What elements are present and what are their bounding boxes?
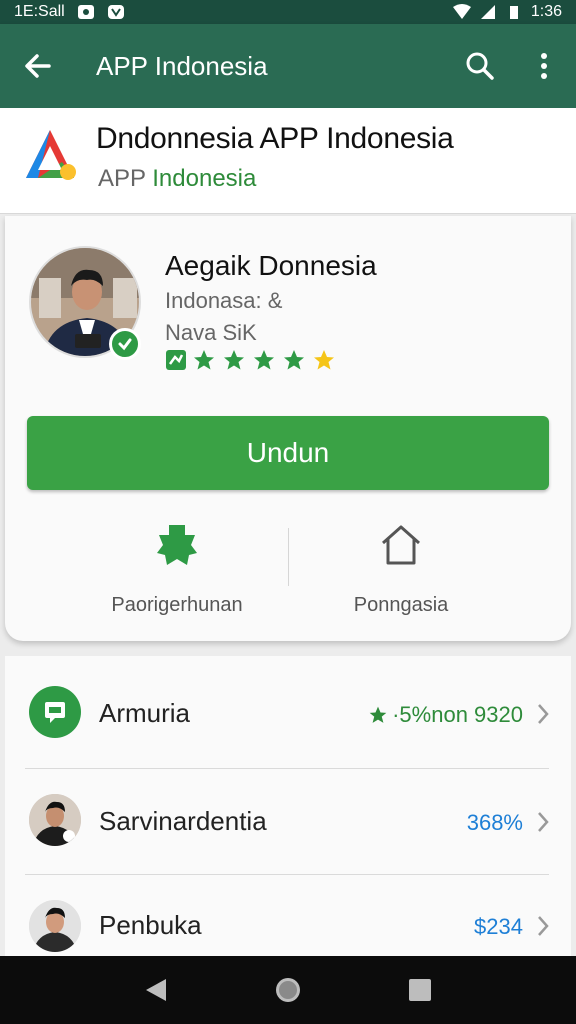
app-notification-icon	[107, 5, 124, 19]
app-logo-icon	[26, 130, 76, 180]
more-options-button[interactable]	[512, 24, 576, 108]
avatar	[29, 900, 81, 952]
status-left-text: 1E:Sall	[14, 3, 65, 20]
chevron-right-icon	[538, 812, 549, 832]
star-gold-icon	[314, 350, 334, 370]
nav-back-button[interactable]	[136, 970, 176, 1010]
nav-home-button[interactable]	[268, 970, 308, 1010]
nav-recents-icon	[409, 979, 431, 1001]
arrow-back-icon	[25, 54, 51, 78]
action-divider	[288, 528, 289, 586]
more-vert-icon	[541, 53, 547, 79]
developer-detail-2: Nava SiK	[165, 320, 257, 345]
badge-icon	[166, 350, 186, 370]
status-time: 1:36	[530, 3, 562, 20]
app-header: Dndonnesia APP Indonesia APP Indonesia	[0, 108, 576, 214]
action-label-0: Paorigerhunan	[111, 594, 243, 616]
signal-icon	[480, 5, 495, 19]
app-subtitle-prefix: APP	[98, 165, 146, 192]
chevron-right-icon	[538, 704, 549, 724]
nav-home-icon	[276, 978, 300, 1002]
notification-icon	[77, 5, 94, 19]
list-item-0[interactable]: Armuria ·5%non 9320	[5, 660, 571, 764]
back-button[interactable]	[0, 24, 74, 108]
developer-name[interactable]: Aegaik Donnesia	[165, 250, 377, 282]
star-filled-icon	[224, 350, 244, 370]
info-list: Armuria ·5%non 9320 Sarvinardentia 368% …	[5, 656, 571, 956]
avatar	[29, 794, 81, 846]
list-label-2: Penbuka	[99, 910, 202, 940]
chat-icon	[29, 686, 81, 738]
rating-stars	[165, 348, 337, 372]
install-button[interactable]: Undun	[27, 416, 549, 490]
list-value-1: 368%	[466, 810, 523, 835]
home-icon	[382, 525, 420, 565]
battery-icon	[509, 6, 518, 19]
nav-back-icon	[146, 979, 166, 1001]
app-bar: APP Indonesia	[0, 24, 576, 108]
status-bar: 1E:Sall 1:36	[0, 0, 576, 24]
star-icon	[369, 706, 387, 723]
app-subtitle-category[interactable]: Indonesia	[152, 165, 256, 192]
app-name: Dndonnesia APP Indonesia	[96, 122, 454, 155]
app-subtitle: APP Indonesia	[98, 165, 256, 193]
star-filled-icon	[254, 350, 274, 370]
star-filled-icon	[284, 350, 304, 370]
list-item-1[interactable]: Sarvinardentia 368%	[5, 768, 571, 872]
list-value-text-0: ·5%non 9320	[392, 702, 523, 727]
star-filled-icon	[194, 350, 214, 370]
wifi-icon	[452, 4, 471, 19]
search-button[interactable]	[448, 24, 512, 108]
action-item-1[interactable]: Ponngasia	[291, 522, 511, 617]
list-label-1: Sarvinardentia	[99, 806, 267, 836]
developer-card: Aegaik Donnesia Indonasa: & Nava SiK Und…	[5, 216, 571, 641]
developer-avatar[interactable]	[29, 246, 145, 362]
chevron-right-icon	[538, 916, 549, 936]
nav-recents-button[interactable]	[400, 970, 440, 1010]
list-value-2: $234	[474, 914, 523, 939]
search-icon	[466, 52, 494, 80]
list-value-0: ·5%non 9320	[368, 702, 523, 728]
developer-detail-1: Indonasa: &	[165, 288, 283, 313]
verified-badge-icon	[109, 328, 141, 360]
list-label-0: Armuria	[99, 698, 191, 728]
app-bar-title: APP Indonesia	[96, 50, 268, 81]
action-item-0[interactable]: Paorigerhunan	[67, 522, 287, 617]
system-nav-bar	[0, 956, 576, 1024]
puzzle-icon	[157, 525, 197, 565]
action-label-1: Ponngasia	[353, 594, 449, 616]
